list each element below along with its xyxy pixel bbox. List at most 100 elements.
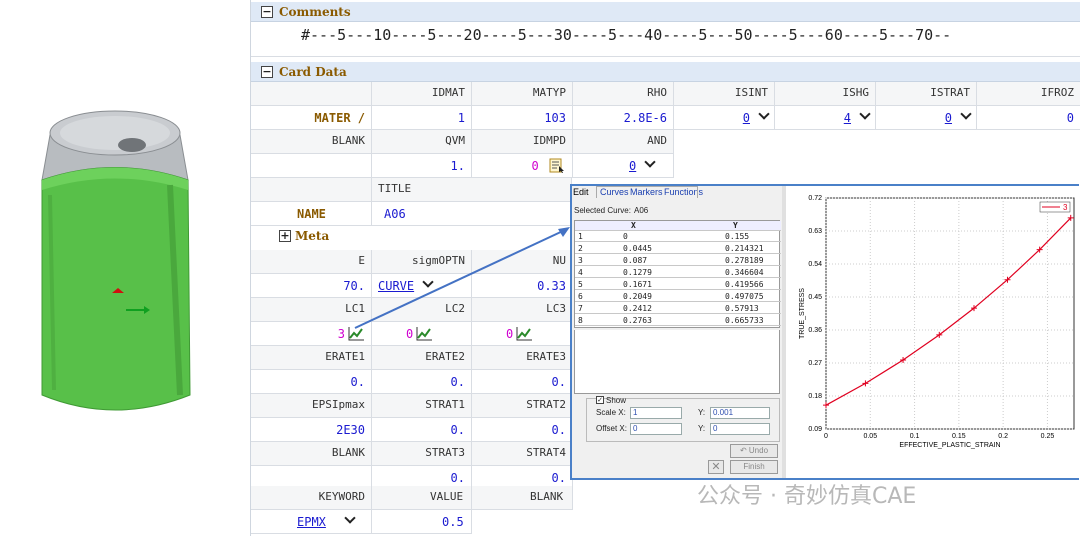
chevron-down-icon: [758, 108, 770, 120]
row-index: 1: [578, 232, 583, 241]
y-value: 0.278189: [725, 256, 764, 265]
curve-points-table: X Y 1 0 0.155 2 0.0445 0.214321 3 0.087 0.278189…: [574, 220, 781, 328]
header-ishg: ISHG: [775, 82, 876, 106]
chevron-down-icon: [960, 108, 972, 120]
stress-strain-chart: 0 0.05 0.1 0.15 0.2 0.25 0.09 0.18 0.27 0.36 0.45 0…: [786, 186, 1079, 478]
idmpd-field[interactable]: 0: [472, 154, 573, 178]
x-tick-label: 0.25: [1041, 433, 1055, 440]
erate3-field[interactable]: 0.: [472, 370, 573, 394]
header-strat2: STRAT2: [472, 394, 573, 418]
header-keyword: KEYWORD: [251, 486, 372, 510]
x-tick-label: 0.15: [952, 433, 966, 440]
keyword-select[interactable]: EPMX: [251, 510, 372, 534]
table-row[interactable]: 3 0.087 0.278189: [575, 256, 781, 266]
y-tick-label: 0.63: [808, 228, 822, 235]
show-checkbox[interactable]: ✓: [596, 396, 604, 404]
x-value: 0.1671: [623, 280, 652, 289]
offset-y-label: Y:: [698, 424, 706, 433]
erate2-field[interactable]: 0.: [372, 370, 472, 394]
table-row[interactable]: 2 0.0445 0.214321: [575, 244, 781, 254]
card-data-title: Card Data: [279, 65, 347, 79]
tab-edit[interactable]: Edit: [573, 187, 589, 197]
table-header: X Y: [575, 221, 781, 231]
collapse-icon[interactable]: −: [261, 66, 273, 78]
x-tick-label: 0.2: [998, 433, 1008, 440]
y-value: 0.497075: [725, 292, 764, 301]
matyp-field[interactable]: 103: [472, 106, 573, 130]
watermark: 公众号 · 奇妙仿真CAE: [697, 484, 917, 509]
header-idmat: IDMAT: [372, 82, 472, 106]
comments-section-header: − Comments: [251, 2, 1080, 22]
y-axis-label: TRUE_STRESS: [799, 288, 806, 339]
idmat-field[interactable]: 1: [372, 106, 472, 130]
x-tick-label: 0: [824, 433, 828, 440]
header-matyp: MATYP: [472, 82, 573, 106]
x-axis-label: EFFECTIVE_PLASTIC_STRAIN: [899, 442, 1000, 449]
table-row[interactable]: 6 0.2049 0.497075: [575, 292, 781, 302]
chevron-down-icon: [859, 108, 871, 120]
table-row[interactable]: 1 0 0.155: [575, 232, 781, 242]
ifroz-field[interactable]: 0: [977, 106, 1080, 130]
table-row[interactable]: 7 0.2412 0.57913: [575, 304, 781, 314]
row-index: 6: [578, 292, 583, 301]
name-field[interactable]: A06: [372, 202, 572, 226]
undo-button[interactable]: ↶ Undo: [730, 444, 778, 458]
header-erate2: ERATE2: [372, 346, 472, 370]
erate1-field[interactable]: 0.: [251, 370, 372, 394]
select-item-icon[interactable]: [548, 158, 566, 174]
offset-x-label: Offset X:: [596, 424, 627, 433]
header-erate1: ERATE1: [251, 346, 372, 370]
y-tick-label: 0.36: [808, 327, 822, 334]
header-strat1: STRAT1: [372, 394, 472, 418]
isint-select[interactable]: 0: [674, 106, 775, 130]
plot-area: [825, 197, 1075, 430]
istrat-select[interactable]: 0: [876, 106, 977, 130]
table-row[interactable]: 4 0.1279 0.346604: [575, 268, 781, 278]
table-row[interactable]: 5 0.1671 0.419566: [575, 280, 781, 290]
x-value: 0.1279: [623, 268, 652, 277]
header-strat4: STRAT4: [472, 442, 573, 466]
scale-y-input[interactable]: 0.001: [710, 407, 770, 419]
header-idmpd: IDMPD: [472, 130, 573, 154]
header-blank: BLANK: [251, 442, 372, 466]
mater-label: MATER /: [251, 106, 372, 130]
scale-x-label: Scale X:: [596, 408, 626, 417]
x-value: 0.2412: [623, 304, 652, 313]
card-data-section-header: − Card Data: [251, 62, 1080, 82]
header-and: AND: [573, 130, 674, 154]
offset-y-input[interactable]: 0: [710, 423, 770, 435]
rho-field[interactable]: 2.8E-6: [573, 106, 674, 130]
y-value: 0.665733: [725, 316, 764, 325]
header-qvm: QVM: [372, 130, 472, 154]
ishg-select[interactable]: 4: [775, 106, 876, 130]
strat1-field[interactable]: 0.: [372, 418, 472, 442]
comment-ruler: #---5---10----5---20----5---30----5---40…: [301, 26, 952, 44]
x-tick-label: 0.05: [863, 433, 877, 440]
close-icon[interactable]: ✕: [708, 460, 724, 474]
y-value: 0.346604: [725, 268, 764, 277]
link-arrow: [354, 227, 570, 329]
header-title: TITLE: [372, 178, 572, 202]
value-field[interactable]: 0.5: [372, 510, 472, 534]
expand-icon[interactable]: +: [279, 230, 291, 242]
collapse-icon[interactable]: −: [261, 6, 273, 18]
y-tick-label: 0.09: [808, 426, 822, 433]
table-row[interactable]: 8 0.2763 0.665733: [575, 316, 781, 326]
epsipmax-field[interactable]: 2E30: [251, 418, 372, 442]
y-tick-label: 0.27: [808, 360, 822, 367]
and-select[interactable]: 0: [573, 154, 674, 178]
meta-title: Meta: [295, 229, 330, 243]
finish-button[interactable]: Finish: [730, 460, 778, 474]
header-strat3: STRAT3: [372, 442, 472, 466]
qvm-field[interactable]: 1.: [372, 154, 472, 178]
y-value: 0.57913: [725, 304, 759, 313]
show-label: Show: [606, 396, 627, 405]
row-index: 7: [578, 304, 583, 313]
offset-x-input[interactable]: 0: [630, 423, 682, 435]
strat2-field[interactable]: 0.: [472, 418, 573, 442]
x-value: 0.2049: [623, 292, 652, 301]
header-blank: BLANK: [472, 486, 573, 510]
scale-x-input[interactable]: 1: [630, 407, 682, 419]
y-value: 0.214321: [725, 244, 764, 253]
header-ifroz: IFROZ: [977, 82, 1080, 106]
